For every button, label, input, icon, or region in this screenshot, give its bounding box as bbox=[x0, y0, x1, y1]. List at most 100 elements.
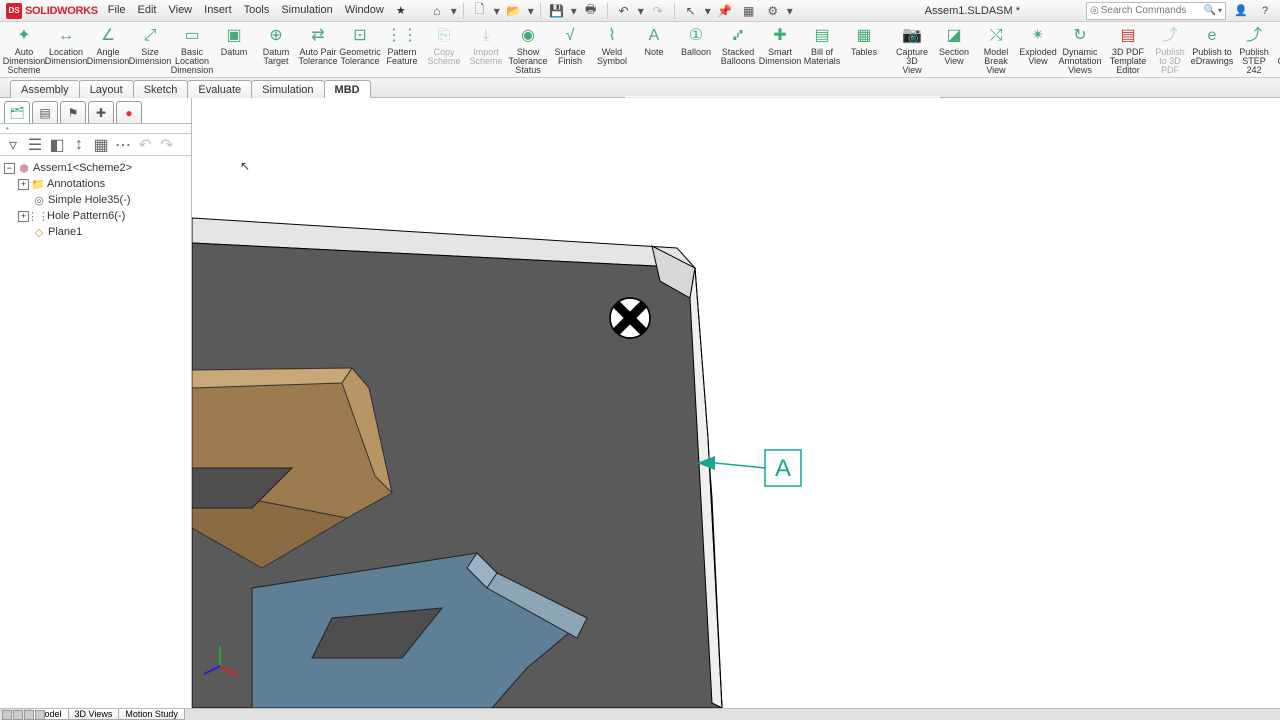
tree-more-icon[interactable]: ⋯ bbox=[114, 136, 132, 154]
property-manager-tab-icon[interactable]: ▤ bbox=[32, 101, 58, 123]
save-icon[interactable]: 💾 bbox=[546, 2, 568, 20]
pin-icon[interactable]: 📌 bbox=[714, 2, 736, 20]
help-icon[interactable]: ? bbox=[1256, 2, 1274, 20]
break-icon: ⤭ bbox=[984, 26, 1008, 46]
redo-icon[interactable]: ↷ bbox=[647, 2, 669, 20]
basic-location-dimension-button[interactable]: ▭Basic Location Dimension bbox=[172, 24, 212, 77]
tree-root[interactable]: − ⬢ Assem1<Scheme2> bbox=[2, 160, 189, 176]
dimxpert-tab-icon[interactable]: ✚ bbox=[88, 101, 114, 123]
section-view-button[interactable]: ◪Section View bbox=[934, 24, 974, 77]
select-icon[interactable]: ↖ bbox=[680, 2, 702, 20]
tab-mbd[interactable]: MBD bbox=[324, 80, 371, 98]
config-manager-tab-icon[interactable]: ⚑ bbox=[60, 101, 86, 123]
tree-simple-hole[interactable]: ◎ Simple Hole35(-) bbox=[2, 192, 189, 208]
file-menus: File Edit View Insert Tools Simulation W… bbox=[108, 4, 406, 17]
dim-icon: ▭ bbox=[180, 26, 204, 46]
rebuild-icon[interactable]: ▦ bbox=[738, 2, 760, 20]
quick-access-toolbar: ⌂▾ 🗋▾ 📂▾ 💾▾ 🖶 ↶▾ ↷ ↖▾ 📌 ▦ ⚙▾ bbox=[426, 2, 794, 20]
tree-hole-pattern[interactable]: + ⋮⋮ Hole Pattern6(-) bbox=[2, 208, 189, 224]
tree-annotations[interactable]: + 📁 Annotations bbox=[2, 176, 189, 192]
search-commands[interactable]: ◎ 🔍 ▾ bbox=[1086, 2, 1226, 20]
auto-dimension-scheme-button[interactable]: ✦Auto Dimension Scheme bbox=[4, 24, 44, 77]
balloon-button[interactable]: ①Balloon bbox=[676, 24, 716, 77]
dim-icon: ↔ bbox=[54, 26, 78, 46]
undo-icon[interactable]: ↶ bbox=[613, 2, 635, 20]
smart-dimension-button[interactable]: ✚Smart Dimension bbox=[760, 24, 800, 77]
dim-icon: ∠ bbox=[96, 26, 120, 46]
expand-icon[interactable]: + bbox=[18, 179, 29, 190]
tab-sketch[interactable]: Sketch bbox=[133, 80, 189, 98]
stacked-balloons-button[interactable]: ⑇Stacked Balloons bbox=[718, 24, 758, 77]
tables-button[interactable]: ▦Tables bbox=[844, 24, 884, 77]
menu-view[interactable]: View bbox=[168, 4, 192, 17]
graphics-viewport[interactable]: A ↖ bbox=[192, 98, 1280, 708]
tab-assembly[interactable]: Assembly bbox=[10, 80, 80, 98]
tab-evaluate[interactable]: Evaluate bbox=[187, 80, 252, 98]
pattern-feature-button[interactable]: ⋮⋮Pattern Feature bbox=[382, 24, 422, 77]
3dpdf-template-button[interactable]: ▤3D PDF Template Editor bbox=[1108, 24, 1148, 77]
home-icon[interactable]: ⌂ bbox=[426, 2, 448, 20]
dynamic-annotation-button[interactable]: ↻Dynamic Annotation Views bbox=[1060, 24, 1100, 77]
app-logo: DS SOLIDWORKS bbox=[6, 3, 98, 19]
menu-edit[interactable]: Edit bbox=[138, 4, 157, 17]
bottom-tab-3dviews[interactable]: 3D Views bbox=[68, 709, 120, 720]
display-manager-tab-icon[interactable]: ● bbox=[116, 101, 142, 123]
tree-expand-icon[interactable]: ☰ bbox=[26, 136, 44, 154]
search-icon[interactable]: 🔍 bbox=[1204, 5, 1216, 16]
datum-button[interactable]: ▣Datum bbox=[214, 24, 254, 77]
show-tolerance-status-button[interactable]: ◉Show Tolerance Status bbox=[508, 24, 548, 77]
publish-step-button[interactable]: ⤴Publish STEP 242 bbox=[1234, 24, 1274, 77]
menu-star-icon[interactable]: ★ bbox=[396, 4, 406, 17]
import-icon: ⤓ bbox=[474, 26, 498, 46]
feature-tree-tab-icon[interactable]: 🗂 bbox=[4, 101, 30, 123]
3dpmi-compare-button[interactable]: ⇆3D PMI Compare bbox=[1276, 24, 1280, 77]
auto-pair-tolerance-button[interactable]: ⇄Auto Pair Tolerance bbox=[298, 24, 338, 77]
new-icon[interactable]: 🗋 bbox=[469, 2, 491, 20]
menu-tools[interactable]: Tools bbox=[244, 4, 270, 17]
menubar: DS SOLIDWORKS File Edit View Insert Tool… bbox=[0, 0, 1280, 22]
tab-nav-buttons[interactable] bbox=[2, 710, 45, 720]
copy-scheme-button: ⎘Copy Scheme bbox=[424, 24, 464, 77]
weld-symbol-button[interactable]: ⌇Weld Symbol bbox=[592, 24, 632, 77]
menu-insert[interactable]: Insert bbox=[204, 4, 232, 17]
tree-sort-icon[interactable]: ↕ bbox=[70, 136, 88, 154]
location-dimension-button[interactable]: ↔Location Dimension bbox=[46, 24, 86, 77]
search-dropdown-icon[interactable]: ▾ bbox=[1218, 6, 1222, 15]
tree-plane[interactable]: ◇ Plane1 bbox=[2, 224, 189, 240]
search-input[interactable] bbox=[1101, 5, 1204, 16]
tab-layout[interactable]: Layout bbox=[79, 80, 134, 98]
menu-window[interactable]: Window bbox=[345, 4, 384, 17]
surface-finish-button[interactable]: √Surface Finish bbox=[550, 24, 590, 77]
publish-edrawings-button[interactable]: ePublish to eDrawings bbox=[1192, 24, 1232, 77]
capture-3d-view-button[interactable]: 📷Capture 3D View bbox=[892, 24, 932, 77]
folder-icon: 📁 bbox=[31, 177, 45, 191]
pub-icon: ⤴ bbox=[1158, 26, 1182, 46]
open-icon[interactable]: 📂 bbox=[503, 2, 525, 20]
bom-button[interactable]: ▤Bill of Materials bbox=[802, 24, 842, 77]
tab-simulation[interactable]: Simulation bbox=[251, 80, 324, 98]
print-icon[interactable]: 🖶 bbox=[580, 2, 602, 20]
datum-target-button[interactable]: ⊕Datum Target bbox=[256, 24, 296, 77]
size-dimension-button[interactable]: ⤢Size Dimension bbox=[130, 24, 170, 77]
angle-dimension-button[interactable]: ∠Angle Dimension bbox=[88, 24, 128, 77]
user-icon[interactable]: 👤 bbox=[1232, 2, 1250, 20]
filter-icon[interactable]: ▿ bbox=[4, 136, 22, 154]
balloon-icon: ① bbox=[684, 26, 708, 46]
exploded-view-button[interactable]: ✴Exploded View bbox=[1018, 24, 1058, 77]
menu-simulation[interactable]: Simulation bbox=[281, 4, 332, 17]
tree-undo-icon[interactable]: ↶ bbox=[136, 136, 154, 154]
tree-redo-icon[interactable]: ↷ bbox=[158, 136, 176, 154]
ribbon: ✦Auto Dimension Scheme ↔Location Dimensi… bbox=[0, 22, 1280, 78]
menu-file[interactable]: File bbox=[108, 4, 126, 17]
import-scheme-button: ⤓Import Scheme bbox=[466, 24, 506, 77]
tree-view-icon[interactable]: ▦ bbox=[92, 136, 110, 154]
model-break-view-button[interactable]: ⤭Model Break View bbox=[976, 24, 1016, 77]
panel-splitter[interactable]: • bbox=[0, 124, 191, 134]
options-icon[interactable]: ⚙ bbox=[762, 2, 784, 20]
cap-icon: 📷 bbox=[900, 26, 924, 46]
tree-display-icon[interactable]: ◧ bbox=[48, 136, 66, 154]
collapse-icon[interactable]: − bbox=[4, 163, 15, 174]
note-button[interactable]: ANote bbox=[634, 24, 674, 77]
bottom-tab-motion[interactable]: Motion Study bbox=[118, 709, 185, 720]
geometric-tolerance-button[interactable]: ⊡Geometric Tolerance bbox=[340, 24, 380, 77]
